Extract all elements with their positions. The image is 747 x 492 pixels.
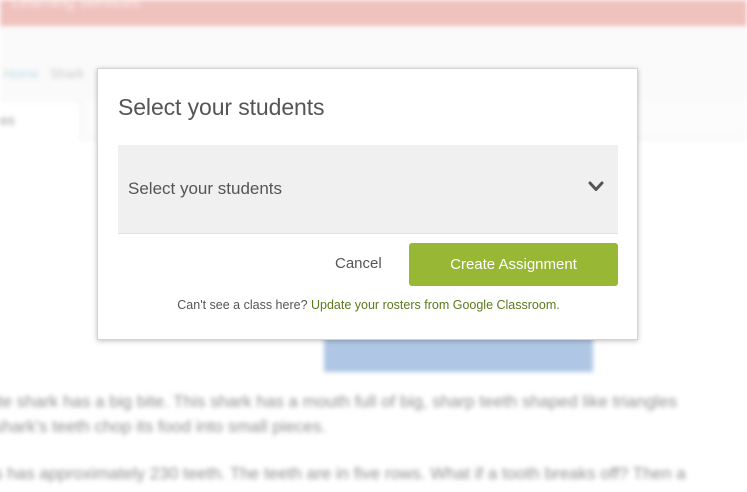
chevron-down-icon bbox=[588, 181, 604, 191]
students-select-value: Select your students bbox=[128, 179, 283, 198]
students-select[interactable]: Select your students bbox=[118, 145, 618, 233]
update-rosters-link[interactable]: Update your rosters from Google Classroo… bbox=[311, 298, 560, 312]
cancel-button[interactable]: Cancel bbox=[335, 255, 382, 272]
dialog-title: Select your students bbox=[118, 94, 325, 120]
dialog-divider bbox=[118, 233, 618, 234]
roster-help-text: Can't see a class here? Update your rost… bbox=[98, 298, 639, 312]
select-students-dialog: Select your students Select your student… bbox=[97, 68, 638, 340]
roster-help-prefix: Can't see a class here? bbox=[177, 298, 311, 312]
create-assignment-button[interactable]: Create Assignment bbox=[409, 243, 618, 286]
